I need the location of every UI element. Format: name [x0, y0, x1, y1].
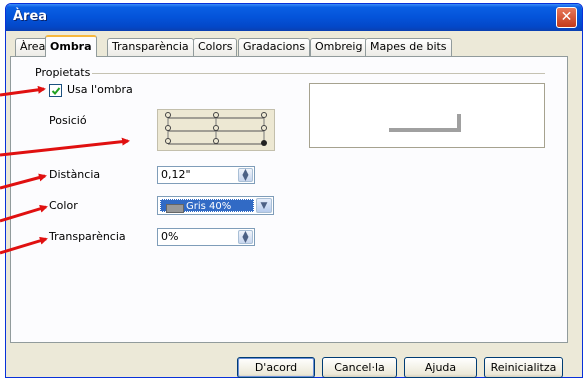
color-label: Color [49, 199, 78, 212]
color-selected-value: Gris 40% [160, 199, 254, 213]
tab-transparency[interactable]: Transparència [107, 38, 194, 56]
distance-label: Distància [49, 168, 101, 181]
properties-group-label: Propietats [35, 66, 91, 79]
distance-field[interactable]: 0,12" ▲ ▼ [157, 166, 255, 184]
distance-value: 0,12" [161, 168, 191, 181]
reset-button[interactable]: Reinicialitza [484, 357, 563, 378]
shadow-position-grid[interactable] [157, 109, 275, 151]
transparency-spin-button[interactable]: ▲ ▼ [238, 230, 253, 244]
use-shadow-label: Usa l'ombra [67, 83, 133, 96]
color-swatch [166, 204, 184, 213]
tab-hatching[interactable]: Ombreig [310, 38, 368, 56]
tab-shadow[interactable]: Ombra [45, 35, 97, 57]
position-label: Posició [49, 114, 87, 127]
preview-shadow-edge [457, 114, 461, 132]
color-select[interactable]: Gris 40% ▼ [157, 196, 274, 215]
checkmark-icon [51, 87, 61, 95]
transparency-field[interactable]: 0% ▲ ▼ [157, 228, 255, 246]
close-button[interactable]: ✕ [556, 7, 577, 28]
ok-button[interactable]: D'acord [237, 357, 315, 378]
group-divider [92, 73, 545, 74]
cancel-button[interactable]: Cancel·la [322, 357, 397, 378]
color-value-text: Gris 40% [186, 201, 232, 212]
transparency-label: Transparència [49, 230, 126, 243]
window-title: Àrea [13, 9, 48, 24]
help-button[interactable]: Ajuda [404, 357, 477, 378]
position-selector-icon [165, 112, 267, 146]
tab-gradients[interactable]: Gradacions [238, 38, 311, 56]
use-shadow-checkbox[interactable] [49, 84, 62, 97]
shadow-preview [309, 83, 545, 148]
transparency-value: 0% [161, 230, 179, 243]
chevron-down-icon[interactable]: ▼ [256, 198, 272, 213]
tab-colors[interactable]: Colors [193, 38, 238, 56]
title-bar[interactable]: Àrea ✕ [6, 4, 582, 31]
tab-bitmaps[interactable]: Mapes de bits [365, 38, 452, 56]
preview-shadow [389, 128, 461, 132]
distance-spin-button[interactable]: ▲ ▼ [238, 168, 253, 182]
close-icon: ✕ [560, 9, 573, 25]
